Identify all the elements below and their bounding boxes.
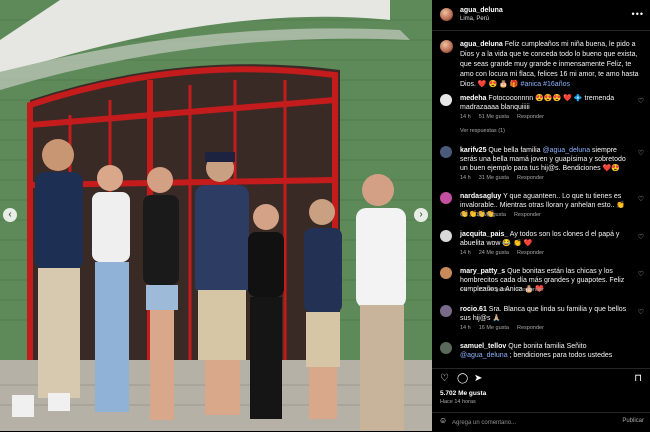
comment-mention[interactable]: @agua_deluna [460,352,508,359]
post-side-panel: agua_deluna Lima, Perú ••• agua_deluna F… [432,0,650,431]
comment-time: 14 h [460,250,471,256]
comment-username[interactable]: nardasagluy [460,193,501,200]
comment-icon[interactable]: ◯ [457,373,468,384]
reply-link[interactable]: Responder [517,175,544,181]
comment-avatar[interactable] [440,305,452,317]
post-location[interactable]: Lima, Perú [460,16,489,22]
comment-time: 6 h [460,212,468,218]
comment-text: Que bella familia [486,147,543,154]
comment-heart-icon[interactable]: ♡ [638,195,644,203]
comment-likes[interactable]: 24 Me gusta [479,250,509,256]
comment-time: 14 h [460,175,471,181]
post-caption: agua_deluna Feliz cumpleaños mi niña bue… [460,40,644,90]
comment-meta: 14 h 31 Me gusta Responder [460,175,552,181]
comment-heart-icon[interactable]: ♡ [638,97,644,105]
comment-avatar[interactable] [440,342,452,354]
share-icon[interactable]: ➤ [474,373,482,384]
comment-input[interactable] [452,418,602,427]
comment-heart-icon[interactable]: ♡ [638,233,644,241]
comments-list: agua_deluna Feliz cumpleaños mi niña bue… [432,36,650,368]
comment-username[interactable]: jacquita_pais_ [460,231,508,238]
bookmark-icon[interactable]: ⊓ [634,373,642,384]
comment-time: 14 h [460,114,471,120]
comment-meta: 6 h 19 Me gusta Responder [460,212,549,218]
heart-icon[interactable]: ♡ [440,373,449,384]
comment-username[interactable]: rocio.61 [460,306,487,313]
caption-hashtags[interactable]: #anica #16años [521,81,570,88]
reply-link[interactable]: Responder [517,114,544,120]
publish-button[interactable]: Publicar [622,418,644,424]
reply-link[interactable]: Responder [517,287,544,293]
chevron-left-icon[interactable]: ‹ [3,208,17,222]
add-comment-row: ☺ Publicar [432,412,650,432]
post-photo: ‹ › [0,0,432,431]
emoji-icon[interactable]: ☺ [439,416,447,425]
comment-time: 14 h [460,325,471,331]
comment-text: ; bendiciones para todos ustedes [507,352,613,359]
comment-username[interactable]: samuel_tellov [460,343,506,350]
comment-mention[interactable]: @agua_deluna [543,147,591,154]
likes-count[interactable]: 5.702 Me gusta [440,390,486,397]
reply-link[interactable]: Responder [517,325,544,331]
comment-username[interactable]: karifv25 [460,147,486,154]
comment-likes[interactable]: 16 Me gusta [479,325,509,331]
comment-heart-icon[interactable]: ♡ [638,149,644,157]
comment-time: 14 h [460,287,471,293]
comment-text: Que bonita familia Señito [506,343,587,350]
author-avatar[interactable] [440,8,453,21]
comment-heart-icon[interactable]: ♡ [638,308,644,316]
comment-username[interactable]: medeha [460,95,486,102]
comment-meta: 14 h 16 Me gusta Responder [460,325,552,331]
comment-meta: 14 h 12 Me gusta Responder [460,287,552,293]
post-time: Hace 14 horas [440,399,476,405]
post-actions-bar: ♡ ◯ ➤ ⊓ 5.702 Me gusta Hace 14 horas ☺ P… [432,368,650,431]
chevron-right-icon[interactable]: › [414,208,428,222]
reply-link[interactable]: Responder [514,212,541,218]
comment-avatar[interactable] [440,94,452,106]
comment-likes[interactable]: 51 Me gusta [479,114,509,120]
comment-heart-icon[interactable]: ♡ [638,270,644,278]
post-header: agua_deluna Lima, Perú ••• [432,0,650,31]
comment-meta: 14 h 51 Me gusta Responder [460,114,552,120]
comment-avatar[interactable] [440,146,452,158]
author-username[interactable]: agua_deluna [460,7,503,14]
comment-meta: 14 h 24 Me gusta Responder [460,250,552,256]
family-photo-illustration [0,0,432,431]
comment-avatar[interactable] [440,230,452,242]
comment-username[interactable]: mary_patty_s [460,268,505,275]
comment-likes[interactable]: 31 Me gusta [479,175,509,181]
more-options-icon[interactable]: ••• [632,9,644,19]
comment-avatar[interactable] [440,192,452,204]
caption-username[interactable]: agua_deluna [460,41,503,48]
view-replies-link[interactable]: Ver respuestas (1) [460,128,505,134]
reply-link[interactable]: Responder [517,250,544,256]
instagram-post-view: ‹ › agua_deluna Lima, Perú ••• agua_delu… [0,0,650,431]
comment-avatar[interactable] [440,267,452,279]
comment-likes[interactable]: 12 Me gusta [479,287,509,293]
caption-avatar[interactable] [440,40,453,53]
comment-likes[interactable]: 19 Me gusta [476,212,506,218]
